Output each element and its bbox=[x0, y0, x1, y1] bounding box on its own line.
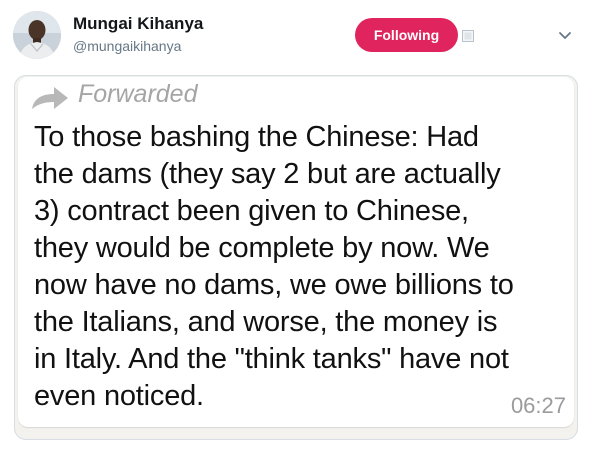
following-button[interactable]: Following bbox=[355, 18, 458, 52]
forward-arrow-icon bbox=[32, 87, 68, 109]
broken-image-icon bbox=[462, 30, 474, 42]
avatar[interactable] bbox=[13, 11, 61, 59]
user-handle[interactable]: @mungaikihanya bbox=[73, 38, 181, 54]
display-name[interactable]: Mungai Kihanya bbox=[73, 14, 203, 34]
message-timestamp: 06:27 bbox=[510, 393, 566, 418]
avatar-photo-icon bbox=[13, 11, 61, 59]
forwarded-label: Forwarded bbox=[78, 80, 198, 108]
message-text: To those bashing the Chinese: Had the da… bbox=[34, 121, 514, 412]
message-bubble: Forwarded To those bashing the Chinese: … bbox=[18, 77, 574, 427]
attached-image[interactable]: Forwarded To those bashing the Chinese: … bbox=[14, 75, 578, 440]
tweet-header: Mungai Kihanya @mungaikihanya Following bbox=[0, 0, 593, 72]
chevron-down-icon[interactable] bbox=[557, 27, 573, 43]
